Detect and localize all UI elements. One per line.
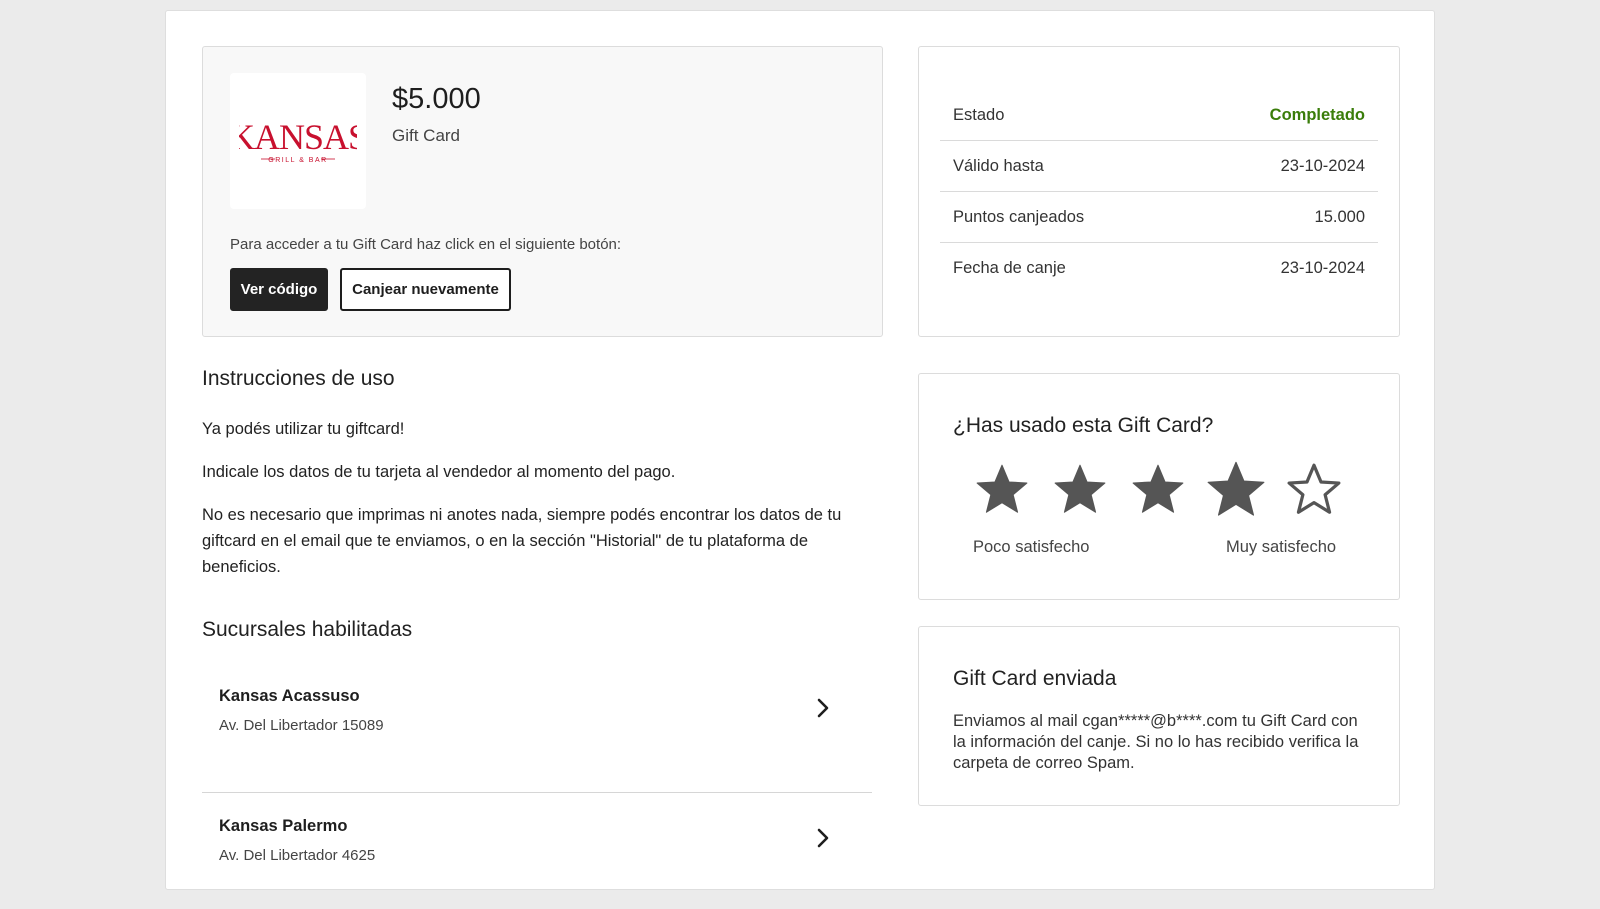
star-outline-icon[interactable] xyxy=(1287,462,1341,516)
rating-title: ¿Has usado esta Gift Card? xyxy=(953,414,1214,437)
star-filled-icon[interactable] xyxy=(1053,462,1107,516)
instructions-paragraph: Indicale los datos de tu tarjeta al vend… xyxy=(202,463,676,481)
branch-divider xyxy=(202,792,872,793)
instructions-paragraph: Ya podés utilizar tu giftcard! xyxy=(202,420,405,438)
status-label: Válido hasta xyxy=(953,156,1044,175)
status-badge: Completado xyxy=(1269,105,1365,124)
sent-message: Enviamos al mail cgan*****@b****.com tu … xyxy=(953,712,1359,772)
star-filled-icon[interactable] xyxy=(975,462,1029,516)
instructions-paragraph: No es necesario que imprimas ni anotes n… xyxy=(202,506,842,576)
gift-card-type: Gift Card xyxy=(392,126,461,145)
gift-card-detail-page: KANSAS GRILL & BAR $5.000 Gift Card Para… xyxy=(165,10,1435,890)
rating-card: ¿Has usado esta Gift Card? Poco satisfec… xyxy=(918,373,1400,600)
status-label: Estado xyxy=(953,105,1005,124)
status-label: Puntos canjeados xyxy=(953,207,1085,226)
status-card: Estado Completado Válido hasta 23-10-202… xyxy=(918,46,1400,337)
status-value: 23-10-2024 xyxy=(1280,259,1365,277)
product-card: KANSAS GRILL & BAR $5.000 Gift Card Para… xyxy=(202,46,883,337)
status-row-estado: Estado Completado xyxy=(940,90,1378,141)
chevron-right-icon xyxy=(817,828,829,848)
branch-address: Av. Del Libertador 15089 xyxy=(219,717,384,734)
status-row-points: Puntos canjeados 15.000 xyxy=(940,192,1378,243)
gift-card-price: $5.000 xyxy=(392,83,481,115)
branches-title: Sucursales habilitadas xyxy=(202,618,413,641)
access-instruction-text: Para acceder a tu Gift Card haz click en… xyxy=(230,236,622,253)
svg-text:KANSAS: KANSAS xyxy=(239,117,357,157)
star-rating xyxy=(975,459,1365,519)
status-label: Fecha de canje xyxy=(953,259,1066,277)
svg-text:GRILL & BAR: GRILL & BAR xyxy=(268,157,327,164)
view-code-button[interactable]: Ver código xyxy=(230,268,328,311)
redeem-again-button[interactable]: Canjear nuevamente xyxy=(340,268,511,311)
branch-name: Kansas Acassuso xyxy=(219,687,360,705)
star-filled-icon[interactable] xyxy=(1206,459,1266,519)
status-row-valid-until: Válido hasta 23-10-2024 xyxy=(940,141,1378,192)
branch-item[interactable]: Kansas Acassuso Av. Del Libertador 15089 xyxy=(202,667,872,779)
gift-card-sent-card: Gift Card enviada Enviamos al mail cgan*… xyxy=(918,626,1400,806)
branch-address: Av. Del Libertador 4625 xyxy=(219,847,376,864)
brand-logo: KANSAS GRILL & BAR xyxy=(230,73,366,209)
branch-item[interactable]: Kansas Palermo Av. Del Libertador 4625 xyxy=(202,797,872,909)
instructions-title: Instrucciones de uso xyxy=(202,367,395,390)
star-filled-icon[interactable] xyxy=(1131,462,1185,516)
chevron-right-icon xyxy=(817,698,829,718)
status-row-redeem-date: Fecha de canje 23-10-2024 xyxy=(940,243,1378,294)
status-value: 23-10-2024 xyxy=(1280,156,1365,175)
status-value: 15.000 xyxy=(1314,207,1365,226)
rating-high-label: Muy satisfecho xyxy=(1226,538,1337,556)
sent-title: Gift Card enviada xyxy=(953,667,1117,690)
branch-name: Kansas Palermo xyxy=(219,817,348,835)
rating-low-label: Poco satisfecho xyxy=(973,538,1090,556)
